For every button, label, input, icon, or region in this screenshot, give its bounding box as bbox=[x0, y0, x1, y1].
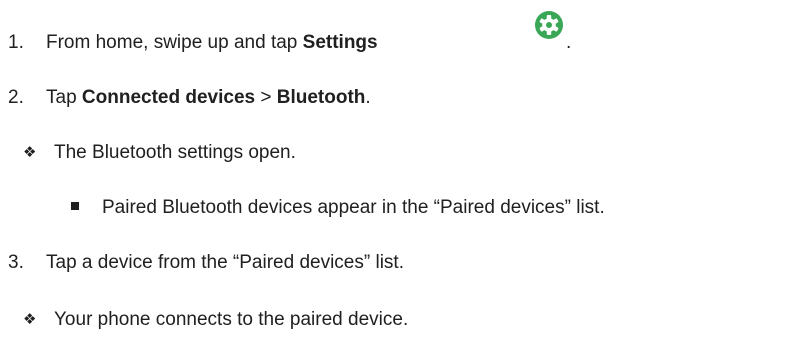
note-1: ❖ The Bluetooth settings open. bbox=[23, 142, 296, 164]
settings-label: Settings bbox=[302, 32, 378, 53]
note-text: Your phone connects to the paired device… bbox=[54, 309, 409, 330]
step-text: From home, swipe up and tap bbox=[46, 32, 303, 53]
diamond-bullet-icon: ❖ bbox=[23, 144, 37, 161]
note-2: ❖ Your phone connects to the paired devic… bbox=[23, 309, 408, 331]
step-text: Tap a device from the “Paired devices” l… bbox=[46, 252, 404, 273]
step-2: 2. Tap Connected devices > Bluetooth. bbox=[8, 87, 371, 109]
separator: > bbox=[255, 87, 277, 108]
step-number: 3. bbox=[8, 252, 24, 273]
subnote-text: Paired Bluetooth devices appear in the “… bbox=[102, 197, 605, 218]
connected-devices-label: Connected devices bbox=[81, 87, 256, 108]
step-1: 1. From home, swipe up and tap Settings bbox=[8, 32, 378, 54]
square-bullet-icon bbox=[71, 202, 79, 210]
bluetooth-label: Bluetooth bbox=[276, 87, 366, 108]
settings-gear-icon bbox=[535, 11, 563, 39]
subnote-1: Paired Bluetooth devices appear in the “… bbox=[71, 197, 605, 219]
step-number: 2. bbox=[8, 87, 24, 108]
step-1-period: . bbox=[566, 32, 572, 53]
note-text: The Bluetooth settings open. bbox=[54, 142, 296, 163]
step-text-end: . bbox=[365, 87, 371, 108]
step-number: 1. bbox=[8, 32, 24, 53]
step-3: 3. Tap a device from the “Paired devices”… bbox=[8, 252, 404, 274]
diamond-bullet-icon: ❖ bbox=[23, 311, 37, 328]
step-text: Tap bbox=[46, 87, 82, 108]
